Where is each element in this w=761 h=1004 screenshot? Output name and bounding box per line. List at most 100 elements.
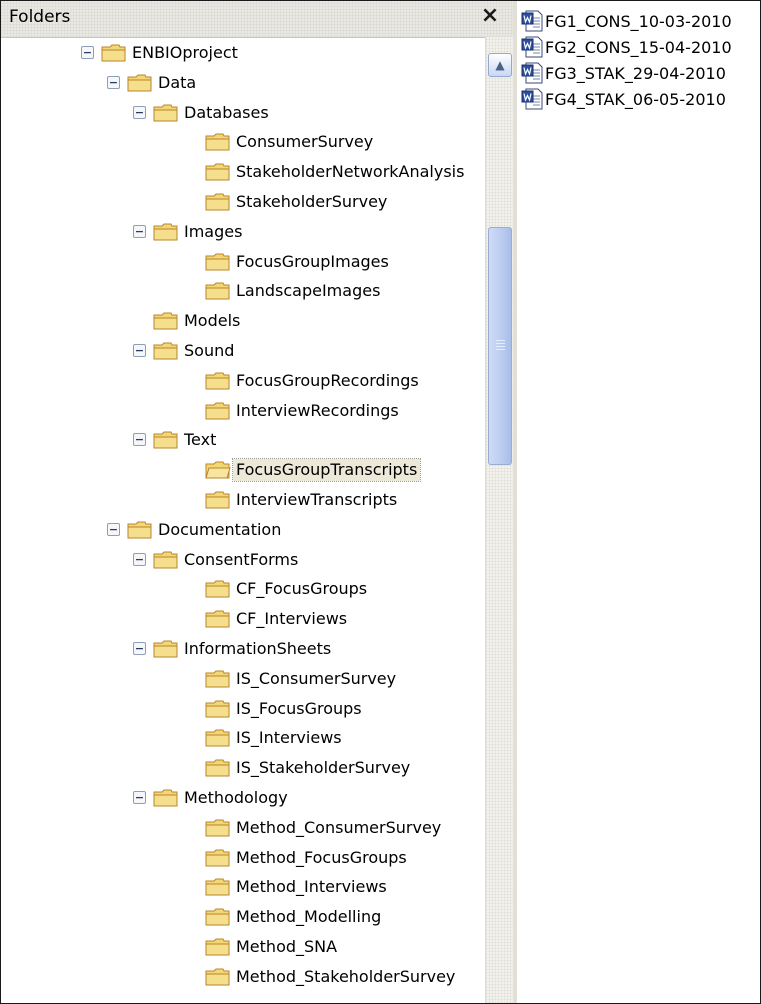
tree-node-databases[interactable]: − Databases [1, 98, 485, 128]
tree-node-is-stakeholdersurvey[interactable]: IS_StakeholderSurvey [1, 753, 485, 783]
collapse-toggle-icon[interactable]: − [81, 46, 94, 59]
folder-icon [205, 132, 231, 152]
file-item[interactable]: FG3_STAK_29-04-2010 [521, 60, 726, 86]
tree-node-consumersurvey[interactable]: ConsumerSurvey [1, 127, 485, 157]
tree-node-label: Methodology [184, 788, 288, 807]
file-item[interactable]: FG4_STAK_06-05-2010 [521, 86, 726, 112]
folder-icon [205, 490, 231, 510]
file-item[interactable]: FG1_CONS_10-03-2010 [521, 8, 732, 34]
tree-node-label: InterviewRecordings [236, 400, 399, 420]
tree-node-label: ConsumerSurvey [236, 132, 374, 152]
tree-node-is-consumersurvey[interactable]: IS_ConsumerSurvey [1, 664, 485, 694]
folder-icon [205, 252, 231, 272]
collapse-toggle-icon[interactable]: − [133, 105, 146, 119]
folder-icon [205, 192, 231, 212]
folder-icon [205, 877, 231, 897]
tree-node-label: ConsentForms [184, 549, 299, 569]
folder-icon [205, 669, 231, 689]
tree-node-label: Text [184, 430, 217, 450]
scroll-up-button[interactable]: ▲ [488, 53, 512, 77]
folder-icon [153, 311, 179, 331]
collapse-toggle-icon[interactable]: − [133, 433, 146, 447]
scroll-thumb[interactable] [488, 227, 512, 465]
close-icon[interactable]: × [479, 3, 501, 29]
folder-icon [205, 281, 231, 301]
folder-icon [127, 73, 153, 93]
tree-node-label: CF_Interviews [236, 609, 348, 629]
tree-node-label: StakeholderNetworkAnalysis [236, 162, 465, 182]
tree-node-focusgrouprecordings[interactable]: FocusGroupRecordings [1, 366, 485, 396]
tree-node-method-stakeholdersurvey[interactable]: Method_StakeholderSurvey [1, 962, 485, 992]
folder-icon [205, 848, 231, 868]
tree-node-method-consumersurvey[interactable]: Method_ConsumerSurvey [1, 813, 485, 843]
tree-node-label: CF_FocusGroups [236, 579, 368, 599]
scroll-thumb-grip [496, 340, 505, 341]
tree-node-stakeholdersurvey[interactable]: StakeholderSurvey [1, 187, 485, 217]
tree-node-documentation[interactable]: − Documentation [1, 515, 485, 545]
tree-node-method-modelling[interactable]: Method_Modelling [1, 902, 485, 932]
tree-node-methodology[interactable]: − Methodology [1, 783, 485, 813]
tree-node-consentforms[interactable]: − ConsentForms [1, 545, 485, 575]
tree-node-label: Sound [184, 341, 235, 360]
tree-node-label: IS_StakeholderSurvey [236, 758, 411, 778]
file-list-pane: FG1_CONS_10-03-2010 FG2_CONS_15-04-2010 FG… [517, 1, 760, 1003]
tree-node-label: InterviewTranscripts [236, 490, 398, 509]
folder-icon [153, 788, 179, 808]
tree-node-label: Method_Interviews [236, 877, 387, 897]
collapse-toggle-icon[interactable]: − [133, 642, 146, 655]
folder-icon [205, 371, 231, 391]
tree-node-landscapeimages[interactable]: LandscapeImages [1, 276, 485, 306]
tree-node-label: FocusGroupRecordings [236, 370, 419, 390]
collapse-toggle-icon[interactable]: − [133, 791, 146, 804]
word-document-icon [521, 36, 543, 58]
collapse-toggle-icon[interactable]: − [107, 522, 120, 536]
tree-node-method-interviews[interactable]: Method_Interviews [1, 872, 485, 902]
tree-node-stakeholdernetworkanalysis[interactable]: StakeholderNetworkAnalysis [1, 157, 485, 187]
tree-node-cf-interviews[interactable]: CF_Interviews [1, 604, 485, 634]
folder-icon [205, 401, 231, 421]
folder-open-icon [205, 460, 231, 480]
folders-pane: Folders × − ENBIOproject − Data − Databases Co… [1, 1, 514, 1003]
tree-vertical-scrollbar[interactable]: ▲ [485, 37, 514, 1003]
tree-node-method-focusgroups[interactable]: Method_FocusGroups [1, 843, 485, 873]
tree-node-method-sna[interactable]: Method_SNA [1, 932, 485, 962]
tree-node-enbioproject[interactable]: − ENBIOproject [1, 38, 485, 68]
folder-icon [205, 579, 231, 599]
file-item[interactable]: FG2_CONS_15-04-2010 [521, 34, 732, 60]
collapse-toggle-icon[interactable]: − [107, 75, 120, 89]
folder-icon [205, 937, 231, 957]
tree-node-label: IS_ConsumerSurvey [236, 668, 397, 688]
tree-node-focusgroupimages[interactable]: FocusGroupImages [1, 247, 485, 277]
tree-node-focusgrouptranscripts[interactable]: FocusGroupTranscripts [1, 455, 485, 485]
folder-icon [153, 341, 179, 361]
tree-node-text[interactable]: − Text [1, 425, 485, 455]
tree-node-label: FocusGroupImages [236, 251, 389, 271]
tree-node-label: IS_Interviews [236, 728, 342, 748]
tree-node-data[interactable]: − Data [1, 68, 485, 98]
folder-icon [205, 728, 231, 748]
tree-node-label: LandscapeImages [236, 281, 381, 301]
folder-tree: − ENBIOproject − Data − Databases ConsumerSurv… [1, 37, 485, 1003]
folder-icon [153, 430, 179, 450]
folders-pane-title: Folders [9, 7, 71, 27]
tree-node-label: Databases [184, 102, 269, 122]
tree-node-is-focusgroups[interactable]: IS_FocusGroups [1, 694, 485, 724]
tree-node-label: Images [184, 221, 243, 241]
chevron-up-icon: ▲ [495, 58, 505, 72]
tree-node-interviewtranscripts[interactable]: InterviewTranscripts [1, 485, 485, 515]
tree-node-images[interactable]: − Images [1, 217, 485, 247]
tree-node-label: InformationSheets [184, 639, 332, 658]
explorer-window: Folders × − ENBIOproject − Data − Databases Co… [0, 0, 761, 1004]
folder-icon [205, 699, 231, 719]
tree-node-interviewrecordings[interactable]: InterviewRecordings [1, 396, 485, 426]
tree-node-is-interviews[interactable]: IS_Interviews [1, 723, 485, 753]
tree-node-sound[interactable]: − Sound [1, 336, 485, 366]
folder-icon [205, 758, 231, 778]
collapse-toggle-icon[interactable]: − [133, 552, 146, 566]
collapse-toggle-icon[interactable]: − [133, 344, 146, 357]
tree-node-models[interactable]: Models [1, 306, 485, 336]
tree-node-label: Method_ConsumerSurvey [236, 817, 442, 837]
collapse-toggle-icon[interactable]: − [133, 224, 146, 238]
tree-node-informationsheets[interactable]: − InformationSheets [1, 634, 485, 664]
tree-node-cf-focusgroups[interactable]: CF_FocusGroups [1, 574, 485, 604]
